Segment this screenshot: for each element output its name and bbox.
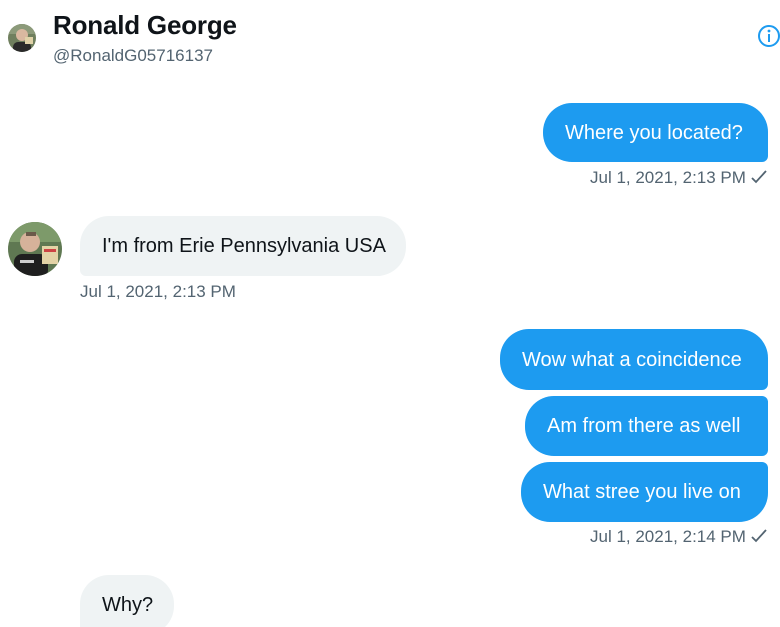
dm-conversation: Ronald George @RonaldG05716137 Where you… [0, 0, 780, 627]
message-text: Where you located? [565, 122, 743, 144]
check-icon [750, 169, 768, 190]
info-icon [758, 25, 780, 47]
info-button[interactable] [757, 24, 780, 48]
message-bubble-received[interactable]: Why? [80, 575, 174, 627]
message-timestamp: Jul 1, 2021, 2:13 PM [590, 168, 768, 190]
avatar[interactable] [8, 222, 62, 276]
message-bubble-sent[interactable]: Where you located? [543, 103, 768, 162]
message-bubble-sent[interactable]: Am from there as well [525, 396, 768, 456]
message-timestamp: Jul 1, 2021, 2:13 PM [80, 282, 236, 301]
page-title: Ronald George [53, 10, 237, 40]
message-bubble-sent[interactable]: Wow what a coincidence [500, 329, 768, 390]
conversation-header: Ronald George @RonaldG05716137 [0, 0, 780, 72]
message-text: Wow what a coincidence [522, 349, 742, 371]
message-text: Am from there as well [547, 415, 741, 437]
message-bubble-sent[interactable]: What stree you live on [521, 462, 768, 522]
user-handle: @RonaldG05716137 [53, 46, 213, 65]
message-text: Why? [102, 594, 154, 616]
avatar[interactable] [8, 24, 36, 52]
message-timestamp: Jul 1, 2021, 2:14 PM [590, 527, 768, 549]
message-bubble-received[interactable]: I'm from Erie Pennsylvania USA [80, 216, 406, 276]
message-text: What stree you live on [543, 481, 741, 503]
message-text: I'm from Erie Pennsylvania USA [102, 235, 386, 257]
check-icon [750, 528, 768, 549]
